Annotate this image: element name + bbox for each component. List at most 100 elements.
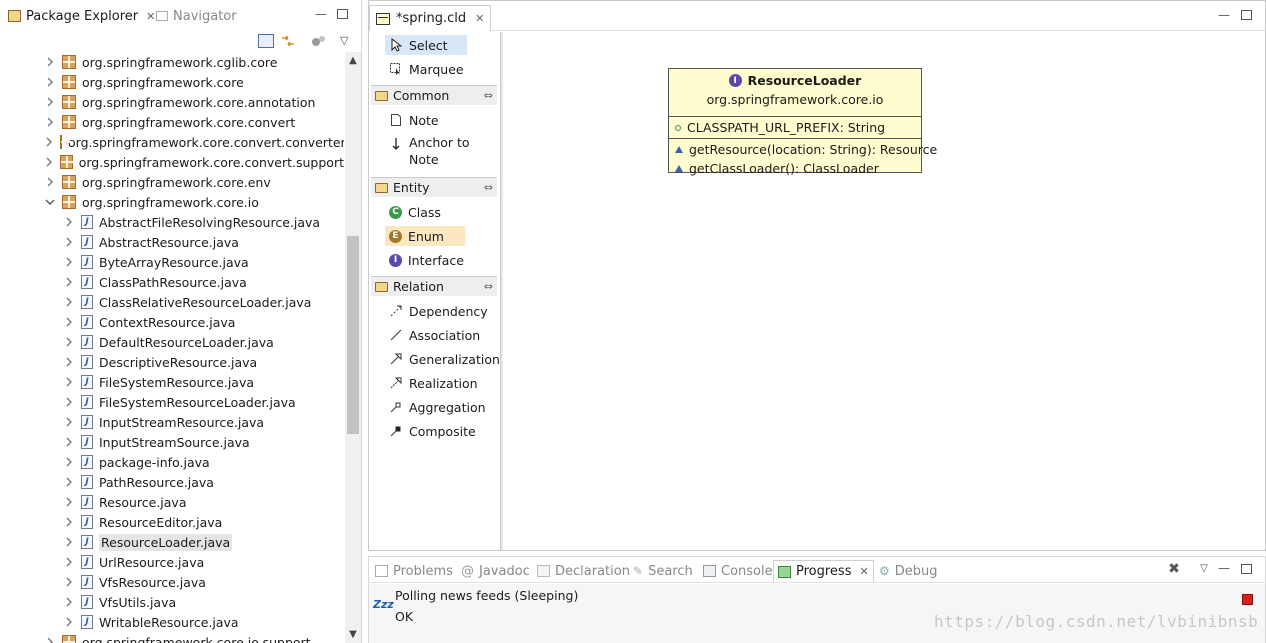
diagram-canvas[interactable]: I ResourceLoader org.springframework.cor…: [504, 32, 1265, 550]
scroll-down-icon[interactable]: ▼: [347, 629, 359, 641]
palette-splitter[interactable]: [500, 32, 503, 550]
tree-file-row[interactable]: J DefaultResourceLoader.java: [0, 332, 344, 352]
chevron-right-icon[interactable]: [44, 132, 54, 152]
tree-package-row[interactable]: org.springframework.cglib.core: [0, 52, 344, 72]
chevron-right-icon[interactable]: [63, 292, 75, 312]
tree-package-row[interactable]: org.springframework.core.env: [0, 172, 344, 192]
palette-tool-aggregation[interactable]: Aggregation: [385, 397, 490, 417]
chevron-right-icon[interactable]: [44, 632, 56, 643]
tree-file-row[interactable]: J PathResource.java: [0, 472, 344, 492]
maximize-icon[interactable]: [1241, 564, 1252, 574]
chevron-right-icon[interactable]: [63, 272, 75, 292]
tree-file-row[interactable]: J ClassRelativeResourceLoader.java: [0, 292, 344, 312]
chevron-right-icon[interactable]: [44, 92, 56, 112]
tab-progress[interactable]: Progress ✕: [773, 560, 874, 582]
chevron-right-icon[interactable]: [63, 612, 75, 632]
tree-package-row[interactable]: org.springframework.core.annotation: [0, 92, 344, 112]
uml-method[interactable]: getClassLoader(): ClassLoader: [669, 159, 921, 178]
maximize-icon[interactable]: [337, 9, 348, 19]
tree-file-row[interactable]: J ResourceEditor.java: [0, 512, 344, 532]
chevron-right-icon[interactable]: [63, 312, 75, 332]
chevron-right-icon[interactable]: [63, 352, 75, 372]
scrollbar-thumb[interactable]: [347, 236, 359, 434]
pin-drawer-icon[interactable]: ⇔: [484, 280, 493, 293]
remove-all-finished-icon[interactable]: ✖: [1167, 562, 1181, 576]
palette-tool-interface[interactable]: I Interface: [385, 250, 468, 270]
tree-file-row[interactable]: J ContextResource.java: [0, 312, 344, 332]
palette-tool-select[interactable]: Select: [385, 35, 467, 55]
minimize-icon[interactable]: —: [1217, 9, 1231, 21]
chevron-right-icon[interactable]: [44, 112, 56, 132]
tab-search[interactable]: ✎ Search: [629, 560, 697, 582]
chevron-right-icon[interactable]: [44, 172, 56, 192]
palette-tool-generalization[interactable]: Generalization: [385, 349, 504, 369]
chevron-right-icon[interactable]: [44, 152, 54, 172]
palette-tool-note[interactable]: Note: [385, 110, 443, 130]
chevron-right-icon[interactable]: [63, 332, 75, 352]
chevron-right-icon[interactable]: [63, 512, 75, 532]
chevron-right-icon[interactable]: [63, 252, 75, 272]
tab-declaration[interactable]: Declaration: [533, 560, 634, 582]
uml-field[interactable]: CLASSPATH_URL_PREFIX: String: [669, 118, 921, 137]
tab-problems[interactable]: Problems: [371, 560, 457, 582]
chevron-right-icon[interactable]: [63, 592, 75, 612]
tab-console[interactable]: Console: [699, 560, 777, 582]
palette-tool-anchor-to-note[interactable]: Anchor to Note: [385, 134, 483, 170]
chevron-right-icon[interactable]: [63, 412, 75, 432]
tree-file-row[interactable]: J InputStreamResource.java: [0, 412, 344, 432]
tree-file-row[interactable]: J VfsResource.java: [0, 572, 344, 592]
palette-tool-composite[interactable]: Composite: [385, 421, 480, 441]
tree-file-row[interactable]: J ByteArrayResource.java: [0, 252, 344, 272]
tree-file-row[interactable]: J UrlResource.java: [0, 552, 344, 572]
chevron-right-icon[interactable]: [63, 532, 75, 552]
tree-file-row[interactable]: J Resource.java: [0, 492, 344, 512]
palette-drawer-relation[interactable]: Relation ⇔: [371, 276, 497, 296]
chevron-right-icon[interactable]: [63, 232, 75, 252]
collapse-all-icon[interactable]: [258, 34, 274, 48]
tab-navigator[interactable]: Navigator: [150, 4, 243, 28]
tree-package-row[interactable]: org.springframework.core.convert.convert…: [0, 132, 344, 152]
tree-package-row[interactable]: org.springframework.core.io.support: [0, 632, 344, 643]
tree-file-row[interactable]: J ResourceLoader.java: [0, 532, 344, 552]
uml-interface-node[interactable]: I ResourceLoader org.springframework.cor…: [668, 68, 937, 176]
chevron-right-icon[interactable]: [63, 212, 75, 232]
tree-file-row[interactable]: Jpackage-info.java: [0, 452, 344, 472]
tree-file-row[interactable]: J FileSystemResource.java: [0, 372, 344, 392]
stop-icon[interactable]: [1242, 594, 1253, 605]
pin-drawer-icon[interactable]: ⇔: [484, 181, 493, 194]
vertical-scrollbar[interactable]: ▲ ▼: [345, 52, 361, 643]
tree-package-row[interactable]: org.springframework.core.convert.support: [0, 152, 344, 172]
tree-file-row[interactable]: J FileSystemResourceLoader.java: [0, 392, 344, 412]
chevron-down-icon[interactable]: [44, 192, 56, 212]
palette-drawer-common[interactable]: Common ⇔: [371, 85, 497, 105]
tab-spring-cld[interactable]: *spring.cld ✕: [369, 5, 492, 31]
tree-package-row[interactable]: org.springframework.core.io: [0, 192, 344, 212]
link-with-editor-icon[interactable]: [280, 34, 296, 48]
close-icon[interactable]: ✕: [475, 12, 484, 25]
tree-package-row[interactable]: org.springframework.core: [0, 72, 344, 92]
chevron-right-icon[interactable]: [63, 492, 75, 512]
chevron-right-icon[interactable]: [63, 472, 75, 492]
chevron-right-icon[interactable]: [44, 72, 56, 92]
palette-tool-dependency[interactable]: Dependency: [385, 301, 492, 321]
tree-file-row[interactable]: J WritableResource.java: [0, 612, 344, 632]
chevron-right-icon[interactable]: [63, 432, 75, 452]
tree-file-row[interactable]: J AbstractFileResolvingResource.java: [0, 212, 344, 232]
tab-debug[interactable]: ⚙ Debug: [875, 560, 942, 582]
focus-icon[interactable]: [311, 34, 327, 48]
view-menu-icon[interactable]: ▽: [340, 34, 356, 48]
chevron-right-icon[interactable]: [63, 572, 75, 592]
tree-package-row[interactable]: org.springframework.core.convert: [0, 112, 344, 132]
uml-method[interactable]: getResource(location: String): Resource: [669, 140, 937, 159]
chevron-right-icon[interactable]: [63, 452, 75, 472]
scroll-up-icon[interactable]: ▲: [347, 55, 359, 67]
chevron-right-icon[interactable]: [63, 552, 75, 572]
palette-tool-marquee[interactable]: Marquee: [385, 59, 468, 79]
minimize-icon[interactable]: —: [1217, 562, 1231, 574]
tab-package-explorer[interactable]: Package Explorer ✕: [2, 4, 162, 28]
tree-file-row[interactable]: J InputStreamSource.java: [0, 432, 344, 452]
pin-drawer-icon[interactable]: ⇔: [484, 89, 493, 102]
close-icon[interactable]: ✕: [859, 565, 868, 578]
tree-file-row[interactable]: J ClassPathResource.java: [0, 272, 344, 292]
chevron-right-icon[interactable]: [44, 52, 56, 72]
